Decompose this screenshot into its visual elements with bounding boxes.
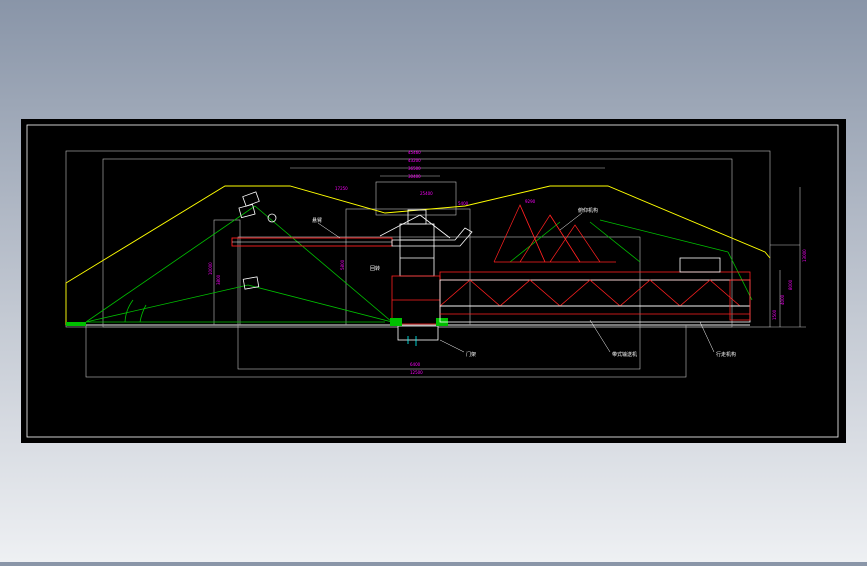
drawing-canvas: 45460 43200 36500 30400 17250 25400 5400… bbox=[21, 119, 846, 443]
dim-boom-1: 17250 bbox=[335, 186, 348, 191]
dim-top-3: 36500 bbox=[408, 166, 421, 171]
dim-boom-3: 5400 bbox=[458, 201, 469, 206]
label-slewing: 回转 bbox=[370, 265, 380, 272]
label-boom: 悬臂 bbox=[312, 217, 322, 224]
label-travel: 行走机构 bbox=[716, 351, 736, 358]
label-portal: 门架 bbox=[466, 351, 476, 358]
dim-mid-height-1: 5800 bbox=[340, 259, 345, 270]
dim-top-2: 43200 bbox=[408, 158, 421, 163]
dim-left-height: 10000 bbox=[208, 262, 213, 275]
drawing-sheet bbox=[21, 119, 846, 443]
label-belt: 带式输送机 bbox=[612, 351, 637, 358]
dim-right-height: 13000 bbox=[802, 249, 807, 262]
ground-mark bbox=[66, 322, 86, 326]
dim-top-4: 30400 bbox=[408, 174, 421, 179]
dim-boom-4: 9290 bbox=[525, 199, 536, 204]
dim-top-overall: 45460 bbox=[408, 150, 421, 155]
dim-right-1: 8000 bbox=[788, 279, 793, 290]
dim-bottom-2: 12500 bbox=[410, 370, 423, 375]
cad-viewport: 45460 43200 36500 30400 17250 25400 5400… bbox=[0, 0, 867, 562]
dim-mid-height-2: 3800 bbox=[216, 274, 221, 285]
label-luffing: 俯仰机构 bbox=[578, 207, 598, 214]
dim-right-3: 1500 bbox=[772, 309, 777, 320]
dim-right-2: 4000 bbox=[780, 294, 785, 305]
dim-bottom-1: 6400 bbox=[410, 362, 421, 367]
dim-boom-2: 25400 bbox=[420, 191, 433, 196]
